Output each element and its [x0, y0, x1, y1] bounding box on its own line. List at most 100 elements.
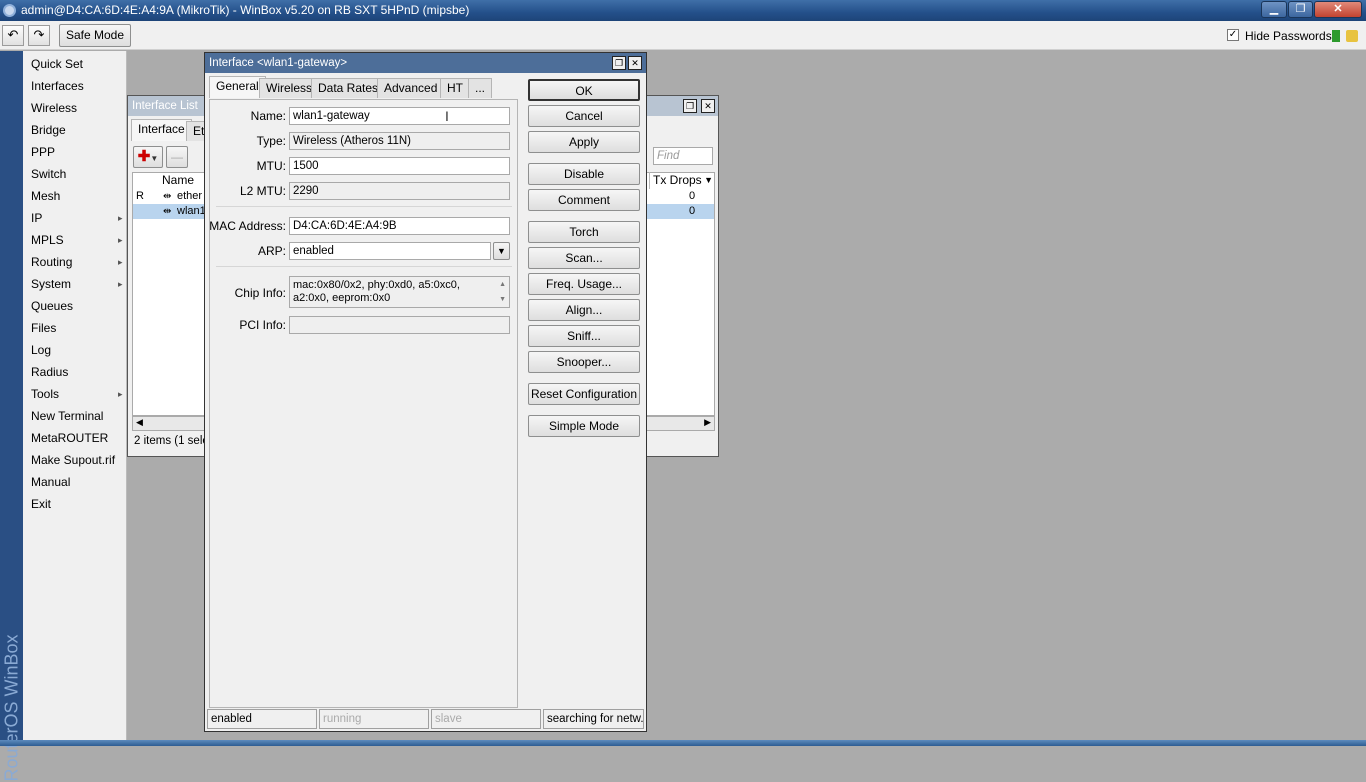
text-cursor-icon: I — [445, 108, 449, 124]
safe-mode-button[interactable]: Safe Mode — [59, 24, 131, 47]
mtu-input[interactable]: 1500 — [289, 157, 510, 175]
menu-item-wireless[interactable]: Wireless — [31, 98, 77, 118]
menu-item-manual[interactable]: Manual — [31, 472, 70, 492]
column-header-txdrops[interactable]: Tx Drops ▼ — [649, 172, 715, 189]
menu-item-label: Manual — [31, 475, 71, 489]
menu-item-routing[interactable]: Routing ▸ — [31, 252, 123, 272]
torch-button[interactable]: Torch — [528, 221, 640, 243]
column-menu-icon[interactable]: ▼ — [704, 172, 713, 188]
menu-item-tools[interactable]: Tools ▸ — [31, 384, 123, 404]
comment-button[interactable]: Comment — [528, 189, 640, 211]
scroll-right-icon[interactable]: ▶ — [704, 417, 711, 428]
add-button[interactable]: ✚▼ — [133, 146, 163, 168]
menu-item-bridge[interactable]: Bridge — [31, 120, 66, 140]
mac-label: MAC Address: — [209, 219, 286, 233]
submenu-arrow-icon: ▸ — [118, 213, 123, 223]
menu-item-mesh[interactable]: Mesh — [31, 186, 60, 206]
menu-item-switch[interactable]: Switch — [31, 164, 66, 184]
menu-item-system[interactable]: System ▸ — [31, 274, 123, 294]
sniff-button[interactable]: Sniff... — [528, 325, 640, 347]
menu-item-ppp[interactable]: PPP — [31, 142, 55, 162]
remove-button[interactable]: — — [166, 146, 188, 168]
scroll-up-icon[interactable]: ▲ — [499, 278, 506, 291]
menu-item-exit[interactable]: Exit — [31, 494, 51, 514]
menu-item-label: IP — [31, 211, 43, 225]
menu-item-make-supout-rif[interactable]: Make Supout.rif — [31, 450, 115, 470]
tab-data-rates[interactable]: Data Rates — [311, 78, 386, 98]
simple-mode-button[interactable]: Simple Mode — [528, 415, 640, 437]
menu-item-metarouter[interactable]: MetaROUTER — [31, 428, 108, 448]
dialog-titlebar: Interface <wlan1-gateway> — [205, 53, 646, 73]
menu-item-label: Make Supout.rif — [31, 453, 116, 467]
scan-button[interactable]: Scan... — [528, 247, 640, 269]
menu-item-new-terminal[interactable]: New Terminal — [31, 406, 103, 426]
minimize-button[interactable]: ▁ — [1261, 1, 1287, 18]
pci-info-label: PCI Info: — [239, 318, 286, 332]
menu-item-mpls[interactable]: MPLS ▸ — [31, 230, 123, 250]
divider — [216, 266, 512, 267]
status-searching: searching for netw... — [543, 709, 644, 729]
menu-item-label: Log — [31, 343, 52, 357]
tab-interface[interactable]: Interface — [131, 119, 192, 141]
interface-dialog: Interface <wlan1-gateway> ❐ ✕ General Wi… — [204, 52, 647, 732]
main-toolbar: ↶ ↷ Safe Mode ✓ Hide Passwords — [0, 21, 1366, 50]
menu-item-queues[interactable]: Queues — [31, 296, 73, 316]
redo-icon[interactable]: ↷ — [28, 25, 50, 46]
align-button[interactable]: Align... — [528, 299, 640, 321]
reset-configuration-button[interactable]: Reset Configuration — [528, 383, 640, 405]
menu-item-log[interactable]: Log — [31, 340, 51, 360]
find-input[interactable]: Find — [653, 147, 713, 165]
name-input[interactable]: wlan1-gateway — [289, 107, 510, 125]
menu-item-label: Exit — [31, 497, 52, 511]
status-slave: slave — [431, 709, 541, 729]
tab-advanced[interactable]: Advanced — [377, 78, 445, 98]
apply-button[interactable]: Apply — [528, 131, 640, 153]
maximize-button[interactable]: ❐ — [1288, 1, 1313, 18]
interface-list-maximize-button[interactable]: ❐ — [683, 99, 697, 113]
row-name: ether — [177, 190, 203, 202]
freq-usage-button[interactable]: Freq. Usage... — [528, 273, 640, 295]
undo-icon[interactable]: ↶ — [2, 25, 24, 46]
submenu-arrow-icon: ▸ — [118, 257, 123, 267]
submenu-arrow-icon: ▸ — [118, 279, 123, 289]
tab-wireless[interactable]: Wireless — [259, 78, 320, 98]
dialog-close-button[interactable]: ✕ — [628, 56, 642, 70]
hide-passwords-label: Hide Passwords — [1245, 29, 1332, 43]
menu-item-label: New Terminal — [31, 409, 104, 423]
chip-info-label: Chip Info: — [234, 286, 286, 300]
tab-general[interactable]: General — [209, 76, 266, 98]
pci-info-field — [289, 316, 510, 334]
menu-item-label: Wireless — [31, 101, 78, 115]
mac-input[interactable]: D4:CA:6D:4E:A4:9B — [289, 217, 510, 235]
dialog-maximize-button[interactable]: ❐ — [612, 56, 626, 70]
window-title: admin@D4:CA:6D:4E:A4:9A (MikroTik) - Win… — [21, 3, 470, 17]
menu-item-files[interactable]: Files — [31, 318, 56, 338]
menu-item-quick-set[interactable]: Quick Set — [31, 54, 83, 74]
hide-passwords-checkbox[interactable]: ✓ — [1227, 29, 1239, 41]
type-field: Wireless (Atheros 11N) — [289, 132, 510, 150]
submenu-arrow-icon: ▸ — [118, 389, 123, 399]
tab-more[interactable]: ... — [468, 78, 493, 98]
row-name: wlan1 — [177, 205, 206, 217]
cancel-button[interactable]: Cancel — [528, 105, 640, 127]
tab-ht[interactable]: HT — [440, 78, 470, 98]
arp-dropdown-icon[interactable]: ▼ — [493, 242, 510, 260]
scroll-left-icon[interactable]: ◀ — [136, 417, 143, 428]
row-txdrops: 0 — [689, 205, 696, 217]
menu-item-label: Radius — [31, 365, 69, 379]
brand-strip: RouterOS WinBox — [0, 51, 23, 782]
interface-list-close-button[interactable]: ✕ — [701, 99, 715, 113]
column-header-name[interactable]: Name — [162, 173, 194, 187]
scroll-down-icon[interactable]: ▼ — [499, 293, 506, 306]
interface-list-status: 2 items (1 selec — [134, 435, 215, 447]
menu-item-ip[interactable]: IP ▸ — [31, 208, 123, 228]
menu-item-interfaces[interactable]: Interfaces — [31, 76, 84, 96]
arp-select[interactable]: enabled — [289, 242, 491, 260]
close-window-button[interactable]: ✕ — [1314, 1, 1362, 18]
disable-button[interactable]: Disable — [528, 163, 640, 185]
ok-button[interactable]: OK — [528, 79, 640, 101]
dialog-tabbar: General Wireless Data Rates Advanced HT … — [209, 75, 519, 99]
menu-item-radius[interactable]: Radius — [31, 362, 68, 382]
snooper-button[interactable]: Snooper... — [528, 351, 640, 373]
windows-taskbar — [0, 740, 1366, 746]
